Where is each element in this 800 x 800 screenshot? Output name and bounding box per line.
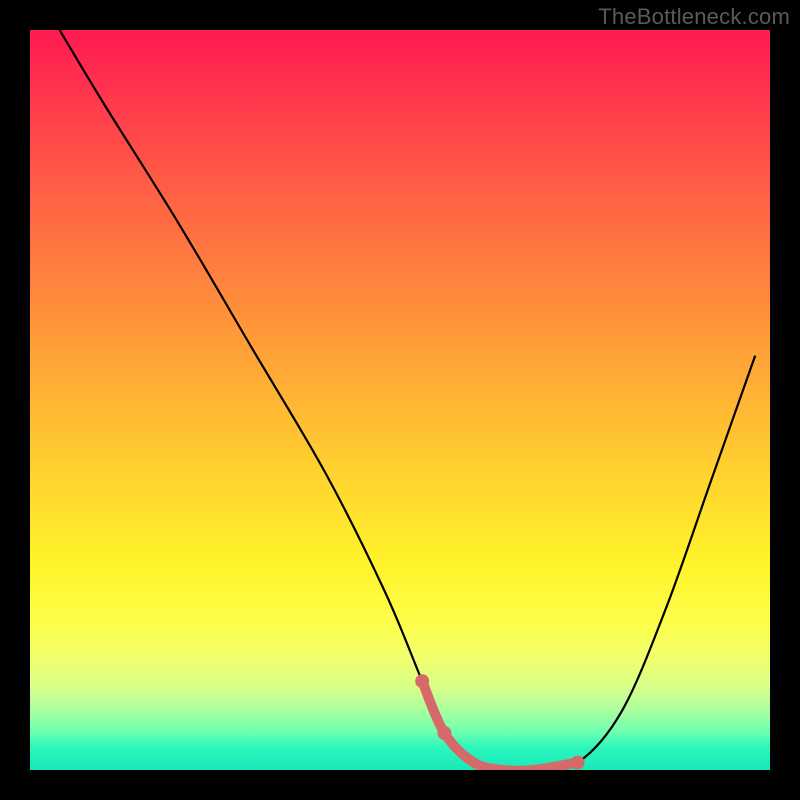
optimal-range-segment: [422, 681, 577, 770]
chart-overlay-svg: [30, 30, 770, 770]
chart-frame: TheBottleneck.com: [0, 0, 800, 800]
optimal-marker: [415, 674, 429, 688]
optimal-marker: [437, 726, 451, 740]
optimal-marker: [571, 756, 585, 770]
bottleneck-curve: [60, 30, 756, 770]
watermark-text: TheBottleneck.com: [598, 4, 790, 30]
